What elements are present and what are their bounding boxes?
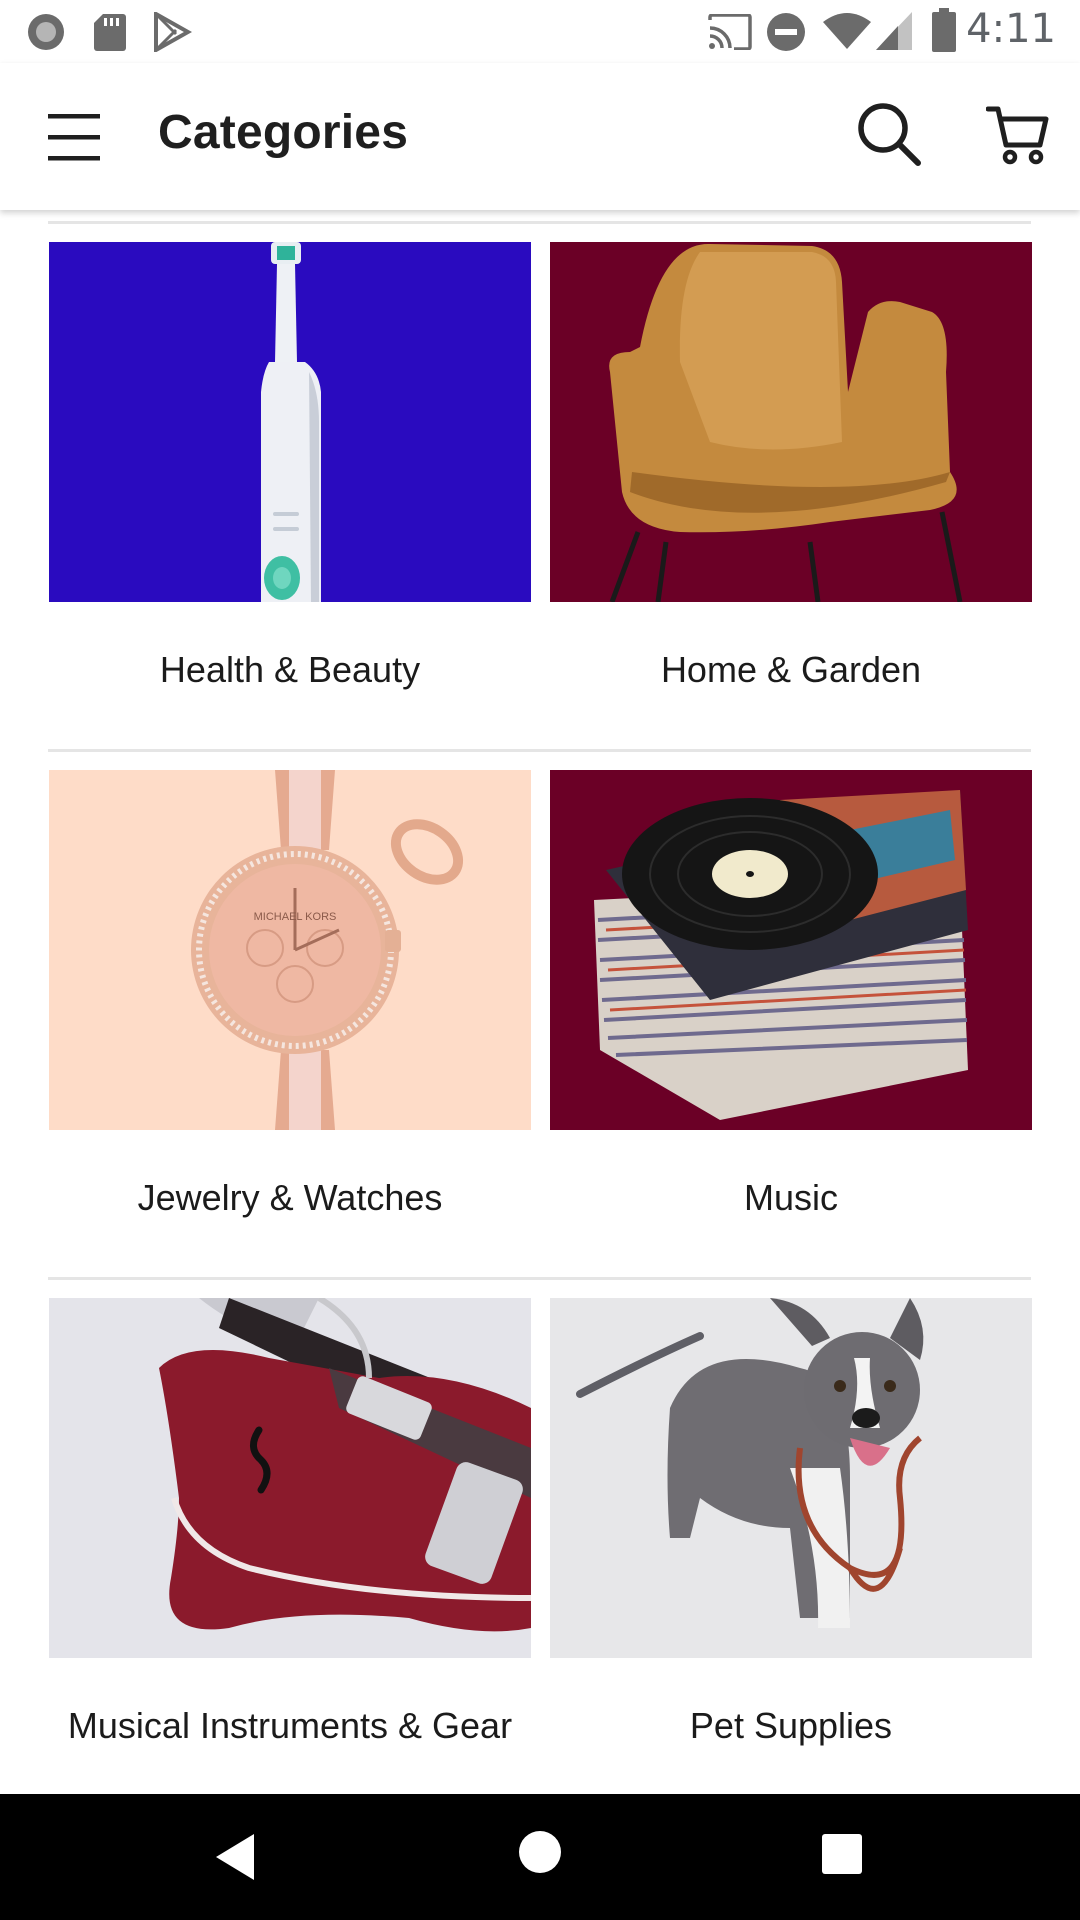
category-label: Jewelry & Watches bbox=[137, 1177, 443, 1218]
record-icon bbox=[28, 14, 64, 50]
category-image-red-guitar bbox=[49, 1298, 531, 1658]
category-label: Health & Beauty bbox=[159, 649, 421, 690]
cart-icon bbox=[985, 106, 1049, 165]
category-image-toothbrush bbox=[49, 242, 531, 602]
sd-card-icon bbox=[94, 14, 126, 51]
hamburger-menu-icon bbox=[48, 114, 100, 161]
category-label: Music bbox=[743, 1177, 838, 1218]
menu-button[interactable] bbox=[46, 109, 102, 165]
battery-icon bbox=[932, 8, 956, 52]
do-not-disturb-icon bbox=[767, 13, 805, 51]
category-image-vinyl-records bbox=[550, 770, 1032, 1130]
category-label: Musical Instruments & Gear bbox=[67, 1705, 513, 1746]
category-label: Home & Garden bbox=[660, 649, 922, 690]
cellular-signal-icon bbox=[876, 12, 912, 50]
back-icon bbox=[216, 1834, 254, 1880]
divider bbox=[48, 221, 1031, 224]
category-image-leather-chair bbox=[550, 242, 1032, 602]
category-image-dog-with-leash bbox=[550, 1298, 1032, 1658]
divider bbox=[48, 1277, 1031, 1280]
play-store-icon bbox=[154, 12, 192, 52]
recents-button[interactable] bbox=[822, 1834, 862, 1879]
category-grid: Health & Beauty Home & Garden MICHAEL KO… bbox=[0, 210, 1080, 1794]
cast-icon bbox=[708, 14, 752, 50]
status-bar: 4:11 bbox=[0, 0, 1080, 63]
system-nav-bar bbox=[0, 1794, 1080, 1920]
search-button[interactable] bbox=[856, 101, 922, 167]
search-icon bbox=[858, 103, 921, 166]
category-label: Pet Supplies bbox=[689, 1705, 893, 1746]
divider bbox=[48, 749, 1031, 752]
app-bar: Categories bbox=[0, 63, 1080, 210]
cart-button[interactable] bbox=[985, 103, 1050, 167]
recents-icon bbox=[822, 1834, 862, 1874]
wifi-icon bbox=[823, 13, 871, 49]
back-button[interactable] bbox=[212, 1832, 256, 1887]
home-icon bbox=[519, 1831, 561, 1873]
watch-brand-text: MICHAEL KORS bbox=[254, 911, 337, 923]
home-button[interactable] bbox=[518, 1830, 562, 1879]
status-clock: 4:11 bbox=[966, 6, 1056, 52]
category-image-rose-gold-watch: MICHAEL KORS bbox=[49, 770, 531, 1130]
page-title: Categories bbox=[158, 106, 409, 159]
